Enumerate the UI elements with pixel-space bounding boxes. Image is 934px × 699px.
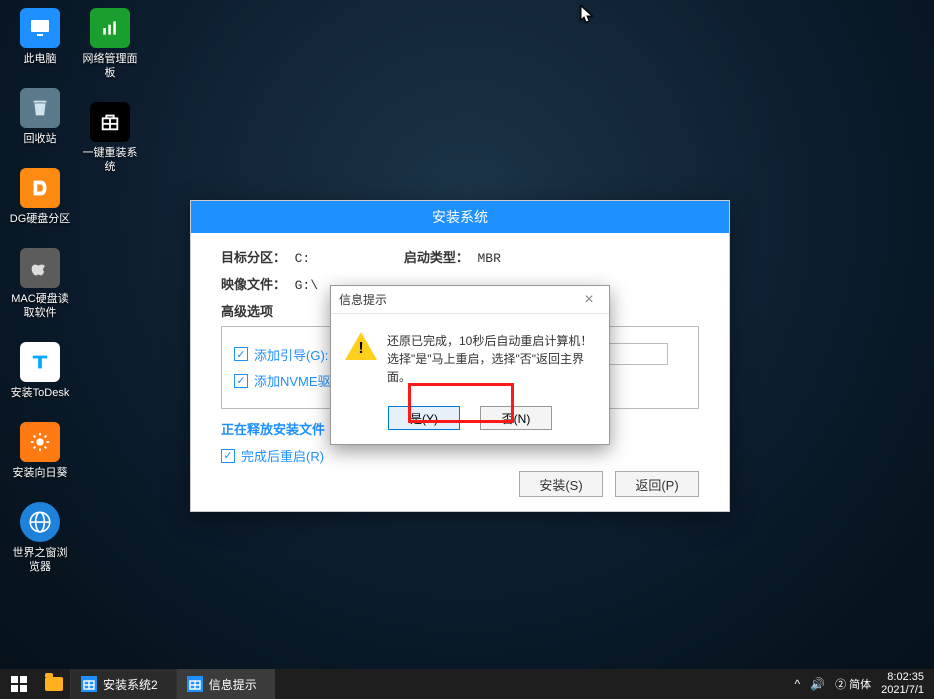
app-icon (81, 676, 97, 692)
start-button[interactable] (0, 669, 38, 699)
boot-type-value: MBR (477, 251, 500, 266)
taskbar-file-explorer[interactable] (38, 669, 70, 699)
app-icon (187, 676, 203, 692)
bin-icon (20, 88, 60, 128)
back-button[interactable]: 返回(P) (615, 471, 699, 497)
dialog-title-text: 信息提示 (339, 286, 387, 314)
dialog-titlebar[interactable]: 信息提示 × (331, 286, 609, 314)
info-dialog: 信息提示 × 还原已完成，10秒后自动重启计算机！ 选择"是"马上重启，选择"否… (330, 285, 610, 445)
image-file-value: G:\ (295, 278, 318, 293)
desktop-label: 一键重装系统 (78, 146, 142, 174)
install-button[interactable]: 安装(S) (519, 471, 603, 497)
desktop-icon-reinstall[interactable]: 一键重装系统 (78, 102, 142, 174)
checkbox-icon: ✓ (221, 449, 235, 463)
dialog-line2: 选择"是"马上重启，选择"否"返回主界面。 (387, 350, 595, 386)
net-icon (90, 8, 130, 48)
taskbar-item-info-dialog[interactable]: 信息提示 (176, 669, 275, 699)
desktop-icon-dg[interactable]: DG硬盘分区 (8, 168, 72, 226)
no-button[interactable]: 否(N) (480, 406, 552, 430)
target-partition-label: 目标分区： (221, 247, 291, 266)
checkbox-label: 添加NVME驱 (254, 371, 331, 390)
desktop-label: 安装向日葵 (13, 466, 68, 480)
desktop-icon-browser[interactable]: 世界之窗浏览器 (8, 502, 72, 574)
desktop-label: 此电脑 (24, 52, 57, 66)
installer-titlebar[interactable]: 安装系统 (191, 201, 729, 233)
taskbar-item-label: 安装系统2 (103, 676, 158, 693)
checkbox-icon: ✓ (234, 347, 248, 361)
desktop-icon-mac-disk[interactable]: MAC硬盘读取软件 (8, 248, 72, 320)
windows-icon (11, 676, 27, 692)
system-tray: ^ 🔊 ② 简体 8:02:35 2021/7/1 (795, 669, 934, 699)
tray-ime-indicator[interactable]: ② 简体 (835, 676, 871, 692)
taskbar-item-installer[interactable]: 安装系统2 (70, 669, 176, 699)
desktop-icon-recycle-bin[interactable]: 回收站 (8, 88, 72, 146)
image-file-label: 映像文件： (221, 274, 291, 293)
folder-icon (45, 677, 63, 691)
desktop-icon-net-panel[interactable]: 网络管理面板 (78, 8, 142, 80)
checkbox-restart-after[interactable]: ✓ 完成后重启(R) (221, 446, 699, 465)
desktop-label: MAC硬盘读取软件 (8, 292, 72, 320)
dialog-message: 还原已完成，10秒后自动重启计算机！ 选择"是"马上重启，选择"否"返回主界面。 (387, 332, 595, 386)
close-icon[interactable]: × (577, 286, 601, 314)
checkbox-label: 完成后重启(R) (241, 446, 324, 465)
mac-icon (20, 248, 60, 288)
boot-type-label: 启动类型： (404, 247, 474, 266)
desktop-label: 世界之窗浏览器 (8, 546, 72, 574)
taskbar-item-label: 信息提示 (209, 676, 257, 693)
target-partition-value: C: (295, 251, 311, 266)
taskbar: 安装系统2 信息提示 ^ 🔊 ② 简体 8:02:35 2021/7/1 (0, 669, 934, 699)
desktop-label: 回收站 (24, 132, 57, 146)
checkbox-icon: ✓ (234, 374, 248, 388)
todesk-icon (20, 342, 60, 382)
desktop-label: DG硬盘分区 (10, 212, 71, 226)
clock-date: 2021/7/1 (881, 684, 924, 697)
desktop-label: 安装ToDesk (11, 386, 70, 400)
desktop-icon-this-pc[interactable]: 此电脑 (8, 8, 72, 66)
tray-speaker-icon[interactable]: 🔊 (810, 677, 825, 691)
tray-clock[interactable]: 8:02:35 2021/7/1 (881, 671, 930, 697)
dialog-line1: 还原已完成，10秒后自动重启计算机！ (387, 332, 595, 350)
checkbox-label: 添加引导(G): (254, 345, 328, 364)
desktop-label: 网络管理面板 (78, 52, 142, 80)
warning-icon (345, 332, 377, 364)
sun-icon (20, 422, 60, 462)
tray-chevron-icon[interactable]: ^ (795, 677, 801, 691)
desktop-icon-todesk[interactable]: 安装ToDesk (8, 342, 72, 400)
globe-icon (20, 502, 60, 542)
reinstall-icon (90, 102, 130, 142)
desktop-icon-sunflower[interactable]: 安装向日葵 (8, 422, 72, 480)
clock-time: 8:02:35 (881, 671, 924, 684)
dg-icon (20, 168, 60, 208)
yes-button[interactable]: 是(Y) (388, 406, 460, 430)
pc-icon (20, 8, 60, 48)
